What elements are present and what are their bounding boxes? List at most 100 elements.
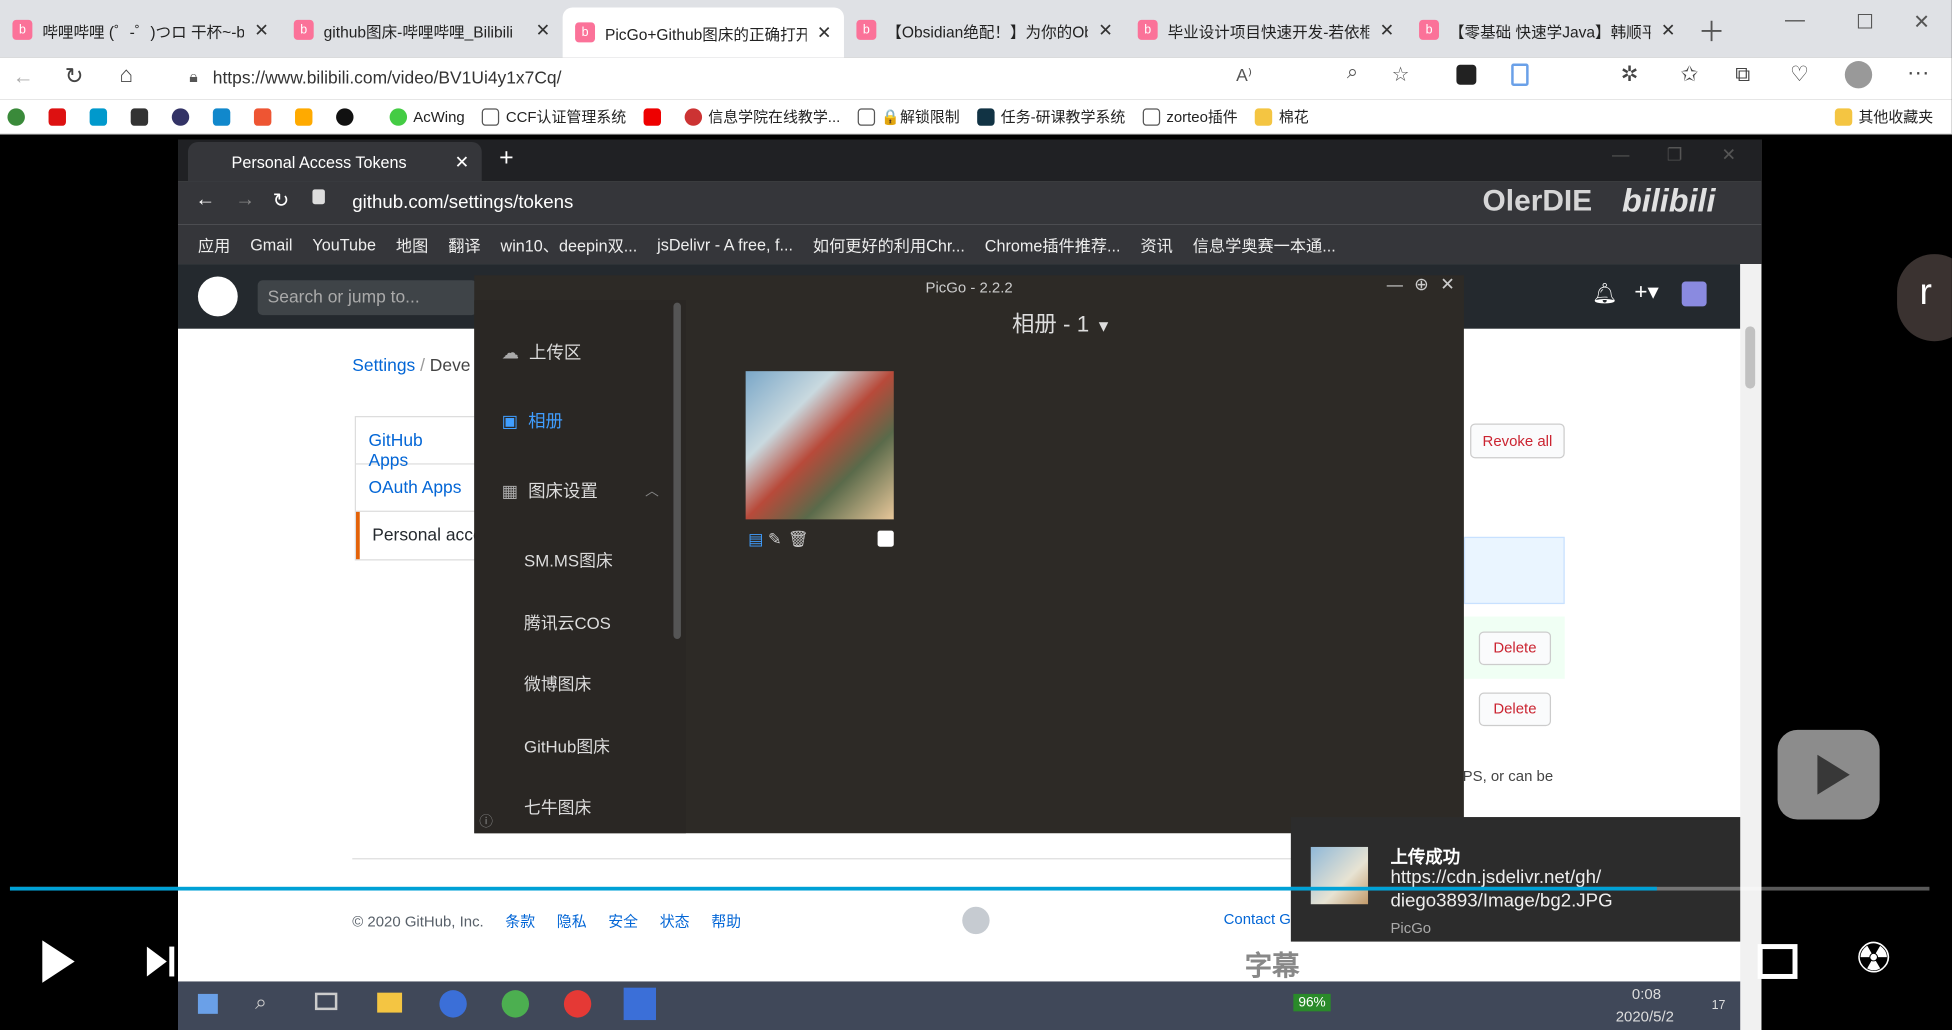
nav-personal-access-tokens[interactable]: Personal acce (356, 511, 478, 560)
bookmark-task[interactable]: 任务-研课教学系统 (977, 106, 1125, 127)
youtube-bookmark-icon[interactable] (643, 107, 668, 126)
delete-token-button[interactable]: Delete (1478, 631, 1552, 666)
fullscreen-icon[interactable] (1757, 944, 1798, 979)
bookmark-icon-6[interactable] (212, 107, 237, 126)
read-aloud-icon[interactable]: A⁾ (1236, 65, 1252, 86)
danmaku-toggle-icon[interactable] (522, 941, 561, 979)
new-tab-button[interactable]: ＋ (1698, 10, 1725, 50)
profile-avatar[interactable] (1844, 61, 1873, 89)
close-tab-icon[interactable]: ✕ (1098, 19, 1113, 40)
extensions-puzzle-icon[interactable]: ✲ (1621, 62, 1639, 87)
close-tab-icon[interactable]: ✕ (817, 22, 832, 43)
bell-icon[interactable]: 🔔︎ (1592, 281, 1617, 306)
minimize-icon[interactable]: — (1785, 10, 1805, 32)
episodes-button[interactable]: 选集 (1017, 944, 1072, 984)
plus-icon[interactable]: +▾ (1634, 279, 1658, 305)
play-button[interactable] (42, 940, 75, 983)
bookmark-icon-3[interactable] (89, 107, 114, 126)
info-icon[interactable]: ⓘ (479, 811, 493, 831)
revoke-all-button[interactable]: Revoke all (1470, 423, 1565, 459)
refresh-icon[interactable]: ↻ (273, 188, 290, 213)
scrollbar[interactable] (1740, 264, 1762, 1030)
edge-tab-1[interactable]: b github图床-哔哩哔哩_Bilibili ✕ (281, 10, 562, 50)
home-icon[interactable]: ⌂ (120, 62, 134, 88)
submenu-smms[interactable]: SM.MS图床 (524, 547, 613, 572)
minimize-icon[interactable]: — (1612, 144, 1629, 164)
minimize-icon[interactable]: — (1387, 275, 1403, 294)
github-logo-icon[interactable] (197, 276, 238, 317)
close-window-icon[interactable]: ✕ (1913, 10, 1930, 35)
copy-link-icon[interactable]: ▤ (748, 529, 763, 549)
edge-tab-2-active[interactable]: b PicGo+Github图床的正确打开 ✕ (562, 7, 844, 58)
subtitle-button[interactable]: 字幕 (1245, 944, 1300, 984)
submenu-tencent-cos[interactable]: 腾讯云COS (524, 609, 611, 634)
menu-album[interactable]: ▣ 相册 (502, 409, 563, 434)
chrome-address-bar[interactable]: ← → ↻ github.com/settings/tokens OlerDIE… (178, 181, 1762, 225)
close-icon[interactable]: ✕ (1722, 144, 1737, 165)
delete-icon[interactable]: 🗑︎ (788, 529, 809, 549)
user-avatar[interactable] (1681, 281, 1707, 307)
danmaku-settings-icon[interactable] (592, 941, 630, 979)
bookmark-ccf[interactable]: CCF认证管理系统 (482, 106, 626, 127)
sidebar-scrollbar[interactable] (673, 302, 681, 639)
widescreen-icon[interactable]: ‹› (1655, 946, 1698, 977)
bookmark-icon-5[interactable] (171, 107, 196, 126)
submenu-qiniu[interactable]: 七牛图床 (524, 793, 591, 818)
close-tab-icon[interactable]: ✕ (536, 19, 551, 40)
chrome-tab[interactable]: Personal Access Tokens ✕ (187, 141, 482, 182)
play-overlay-icon[interactable] (1777, 729, 1880, 820)
new-tab-icon[interactable]: + (499, 144, 514, 173)
select-checkbox[interactable] (877, 530, 894, 547)
nav-github-apps[interactable]: GitHub Apps (356, 417, 479, 470)
doc-extension-icon[interactable] (1511, 63, 1529, 86)
edit-icon[interactable]: ✎ (768, 529, 782, 549)
bookmark-zorteo[interactable]: zorteo插件 (1142, 106, 1238, 127)
bookmark-icon-1[interactable] (7, 107, 31, 126)
video-player[interactable]: Personal Access Tokens ✕ + — ❐ ✕ ← → ↻ gi… (0, 134, 1952, 1030)
close-tab-icon[interactable]: ✕ (455, 151, 470, 172)
bookmark-unlock[interactable]: 🔒解锁限制 (857, 106, 960, 127)
github-search-input[interactable]: Search or jump to... (257, 280, 477, 316)
breadcrumb-settings-link[interactable]: Settings (352, 355, 415, 375)
back-icon[interactable]: ← (12, 65, 33, 90)
refresh-icon[interactable]: ↻ (65, 64, 84, 90)
bookmark-xinxi[interactable]: 信息学院在线教学... (684, 106, 840, 127)
album-image-thumbnail[interactable] (745, 371, 894, 520)
edge-tab-5[interactable]: b 【零基础 快速学Java】韩顺平 ✕ (1407, 10, 1688, 50)
edge-tab-3[interactable]: b【Obsidian绝配！】为你的Obsidian✕ (844, 10, 1125, 50)
menu-upload[interactable]: ☁ 上传区 (502, 340, 582, 365)
settings-gear-icon[interactable]: ⚙ (1454, 937, 1492, 987)
other-bookmarks[interactable]: 其他收藏夹 (1834, 106, 1933, 127)
bookmark-icon-7[interactable] (253, 107, 278, 126)
pip-icon[interactable] (1556, 946, 1596, 977)
github-bookmark-icon[interactable] (336, 107, 360, 126)
floating-r-button[interactable]: r (1897, 254, 1952, 342)
forward-icon[interactable]: → (235, 189, 255, 211)
delete-token-button[interactable]: Delete (1478, 692, 1552, 727)
edge-tab-0[interactable]: b哔哩哔哩 (゜-゜)つロ 干杯~-bilibili✕ (0, 10, 281, 50)
bookmark-acwing[interactable]: AcWing (389, 107, 465, 126)
bookmark-icon-4[interactable] (130, 107, 155, 126)
submenu-weibo[interactable]: 微博图床 (524, 670, 591, 695)
close-icon[interactable]: ✕ (1440, 274, 1455, 295)
bookmark-icon-2[interactable] (48, 107, 73, 126)
radiation-icon[interactable]: ☢ (1855, 934, 1893, 984)
nav-oauth-apps[interactable]: OAuth Apps (356, 465, 479, 512)
album-title[interactable]: 相册 - 1 ▼ (1012, 306, 1111, 338)
more-menu-icon[interactable]: ··· (1907, 60, 1929, 86)
restore-icon[interactable]: ❐ (1667, 144, 1683, 165)
edge-tab-4[interactable]: b 毕业设计项目快速开发-若依框架 ✕ (1125, 10, 1406, 50)
scrollbar-thumb[interactable] (1745, 326, 1756, 389)
submenu-github[interactable]: GitHub图床 (524, 732, 610, 757)
extension-icon[interactable] (1456, 64, 1477, 85)
volume-icon[interactable]: 🔈︎ (1354, 942, 1375, 983)
address-bar[interactable]: 🔒︎ https://www.bilibili.com/video/BV1Ui4… (166, 59, 1275, 95)
collections-icon[interactable]: ⧉ (1735, 62, 1750, 87)
pin-icon[interactable]: ⊕ (1414, 274, 1429, 295)
maximize-icon[interactable]: ☐ (1856, 10, 1874, 35)
back-icon[interactable]: ← (195, 189, 215, 211)
favorites-icon[interactable]: ✩ (1680, 62, 1698, 87)
close-tab-icon[interactable]: ✕ (254, 19, 269, 40)
performance-icon[interactable]: ♡ (1790, 62, 1809, 87)
close-tab-icon[interactable]: ✕ (1380, 19, 1395, 40)
